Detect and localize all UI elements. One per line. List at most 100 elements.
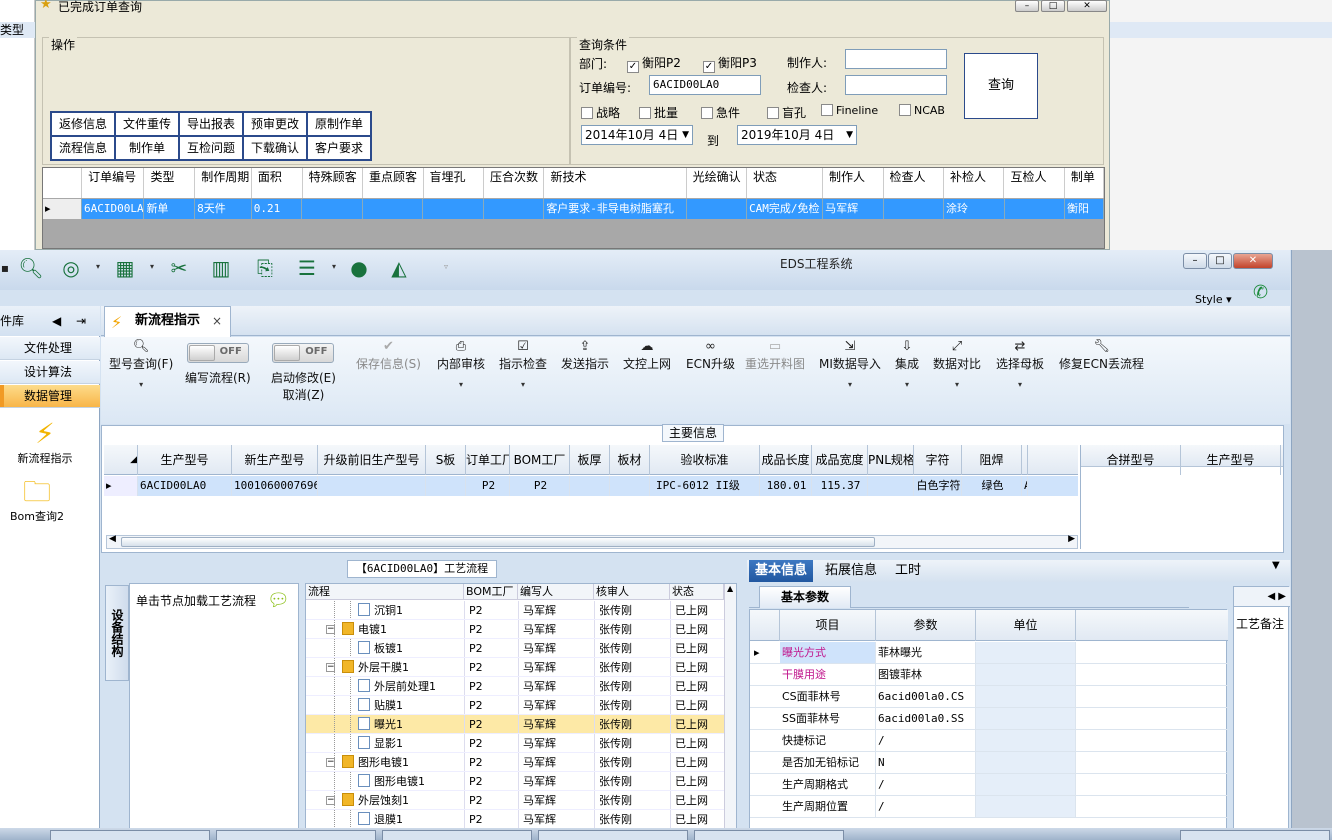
- toggle-switch[interactable]: OFF: [186, 343, 249, 363]
- main-info-hscroll[interactable]: ◀ ▶: [106, 534, 1078, 549]
- tab-equipment-structure[interactable]: 设备结构: [105, 585, 129, 681]
- expand-icon[interactable]: −: [326, 796, 335, 805]
- params-row[interactable]: 快捷标记 /: [750, 730, 1228, 752]
- process-tree-row[interactable]: − 外层蚀刻1 P2 马军辉 张传刚 已上网: [306, 791, 724, 810]
- params-row[interactable]: 干膜用途 图镀菲林: [750, 664, 1228, 686]
- lifebuoy-icon[interactable]: ◎: [58, 256, 84, 280]
- ribbon-upload-button[interactable]: ⇪ 发送指示: [561, 339, 609, 372]
- taskbar-item[interactable]: [538, 830, 688, 840]
- ops-button[interactable]: 文件重传: [115, 112, 179, 136]
- ribbon-wrench-button[interactable]: 🔧︎ 修复ECN丢流程: [1059, 339, 1144, 372]
- order-table-column-header[interactable]: 压合次数: [484, 168, 545, 198]
- style-menu[interactable]: Style ▾: [1195, 293, 1232, 306]
- nav-item-file-processing[interactable]: 文件处理: [0, 337, 100, 360]
- process-tree-row[interactable]: 曝光1 P2 马军辉 张传刚 已上网: [306, 715, 724, 734]
- order-table-column-header[interactable]: 类型: [144, 168, 196, 198]
- tab-new-flow[interactable]: ⚡ 新流程指示 ×: [104, 306, 231, 337]
- process-tree-row[interactable]: − 外层干膜1 P2 马军辉 张传刚 已上网: [306, 658, 724, 677]
- param-unit[interactable]: [976, 686, 1076, 707]
- ribbon-download-button[interactable]: ⇩ 集成 ▾: [895, 339, 919, 389]
- process-tree-row[interactable]: 外层前处理1 P2 马军辉 张传刚 已上网: [306, 677, 724, 696]
- process-node[interactable]: − 图形电镀1: [306, 753, 464, 771]
- param-unit[interactable]: [976, 796, 1076, 817]
- main-info-column-header[interactable]: 板厚: [570, 445, 610, 475]
- toolbar-more-icon[interactable]: ▿: [444, 262, 448, 271]
- params-row[interactable]: ▸ 曝光方式 菲林曝光: [750, 642, 1228, 664]
- chevron-down-icon[interactable]: ▾: [332, 262, 336, 271]
- notes-nav-icon[interactable]: ◀ ▶: [1234, 587, 1290, 607]
- main-info-column-header[interactable]: 新生产型号: [232, 445, 318, 475]
- taskbar-item[interactable]: [382, 830, 532, 840]
- checker-input[interactable]: [845, 75, 947, 95]
- clipboard-icon[interactable]: ⎘: [252, 256, 278, 280]
- param-unit[interactable]: [976, 752, 1076, 773]
- order-table-column-header[interactable]: 状态: [747, 168, 824, 198]
- dept-p3-checkbox[interactable]: ✓ 衡阳P3: [703, 54, 757, 73]
- flag-strategic-checkbox[interactable]: 战略: [581, 104, 620, 121]
- order-table-column-header[interactable]: 互检人: [1004, 168, 1065, 198]
- chevron-down-icon[interactable]: ▼: [1272, 560, 1280, 571]
- toggle-switch[interactable]: OFF: [272, 343, 335, 363]
- main-info-column-header[interactable]: S板: [426, 445, 466, 475]
- param-value[interactable]: /: [876, 796, 976, 817]
- params-row[interactable]: CS面菲林号 6acid00la0.CS: [750, 686, 1228, 708]
- order-table-column-header[interactable]: 面积: [252, 168, 303, 198]
- maker-input[interactable]: [845, 49, 947, 69]
- nav-tile-new-flow[interactable]: ⚡ 新流程指示: [0, 418, 90, 466]
- params-row[interactable]: 生产周期格式 /: [750, 774, 1228, 796]
- scissors-icon[interactable]: ✂: [166, 256, 192, 280]
- process-node[interactable]: 板镀1: [306, 639, 464, 657]
- process-tree-row[interactable]: 贴膜1 P2 马军辉 张传刚 已上网: [306, 696, 724, 715]
- ops-button[interactable]: 导出报表: [179, 112, 243, 136]
- ribbon-compare-button[interactable]: ⤢ 数据对比 ▾: [933, 339, 981, 389]
- ribbon-print-button[interactable]: ⎙ 内部审核 ▾: [437, 339, 485, 389]
- film-icon[interactable]: ▥: [208, 256, 234, 280]
- list-icon[interactable]: ☰: [294, 256, 320, 280]
- main-info-column-header[interactable]: 验收标准: [650, 445, 760, 475]
- chevron-down-icon[interactable]: ▾: [819, 380, 881, 389]
- process-node[interactable]: − 外层干膜1: [306, 658, 464, 676]
- ribbon-shuffle-button[interactable]: ⇄ 选择母板 ▾: [996, 339, 1044, 389]
- main-info-column-header[interactable]: 成品宽度: [812, 445, 868, 475]
- chevron-down-icon[interactable]: ▾: [150, 262, 154, 271]
- param-value[interactable]: /: [876, 730, 976, 751]
- param-unit[interactable]: [976, 664, 1076, 685]
- ribbon-check-button[interactable]: ✔ 保存信息(S): [356, 339, 421, 372]
- process-node[interactable]: 图形电镀1: [306, 772, 464, 790]
- order-table-column-header[interactable]: 重点顾客: [363, 168, 424, 198]
- process-tree-row[interactable]: 沉铜1 P2 马军辉 张传刚 已上网: [306, 601, 724, 620]
- main-info-column-header[interactable]: 升级前旧生产型号: [318, 445, 426, 475]
- param-unit[interactable]: [976, 642, 1076, 663]
- table-icon[interactable]: ▦: [112, 256, 138, 280]
- order-table-column-header[interactable]: 制作人: [823, 168, 884, 198]
- main-info-column-header[interactable]: 订单工厂: [466, 445, 510, 475]
- main-info-column-header[interactable]: 板材: [610, 445, 650, 475]
- param-value[interactable]: 6acid00la0.SS: [876, 708, 976, 729]
- minimize-icon[interactable]: –: [1015, 0, 1039, 12]
- chevron-down-icon[interactable]: ▾: [933, 380, 981, 389]
- params-row[interactable]: 是否加无铅标记 N: [750, 752, 1228, 774]
- process-tree-row[interactable]: 退膜1 P2 马军辉 张传刚 已上网: [306, 810, 724, 829]
- main-info-column-header[interactable]: 阻焊: [962, 445, 1022, 475]
- ribbon-import-button[interactable]: ⇲ MI数据导入 ▾: [819, 339, 881, 389]
- main-info-column-header[interactable]: BOM工厂: [510, 445, 570, 475]
- order-table-column-header[interactable]: 制单: [1065, 168, 1104, 198]
- close-icon[interactable]: ✕: [1233, 253, 1273, 269]
- main-info-column-header[interactable]: PNL规格: [868, 445, 914, 475]
- date-to-picker[interactable]: 2019年10月 4日 ▼: [737, 125, 857, 145]
- param-unit[interactable]: [976, 774, 1076, 795]
- main-info-column-header[interactable]: 成品长度: [760, 445, 812, 475]
- ribbon-toggle-button[interactable]: OFF 启动修改(E) 取消(Z): [271, 343, 336, 403]
- ops-button[interactable]: 互检问题: [179, 136, 243, 160]
- close-icon[interactable]: ×: [212, 307, 222, 335]
- param-value[interactable]: 6acid00la0.CS: [876, 686, 976, 707]
- ribbon-binoculars-button[interactable]: ∞ ECN升级: [686, 339, 735, 372]
- ops-button[interactable]: 预审更改: [243, 112, 307, 136]
- process-node[interactable]: 显影1: [306, 734, 464, 752]
- chart-icon[interactable]: ◭: [386, 256, 412, 280]
- flag-fineline-checkbox[interactable]: Fineline: [821, 104, 878, 117]
- date-from-picker[interactable]: 2014年10月 4日 ▼: [581, 125, 693, 145]
- flag-urgent-checkbox[interactable]: 急件: [701, 104, 740, 121]
- ribbon-search-button[interactable]: 🔍︎ 型号查询(F) ▾: [109, 339, 173, 389]
- ops-button[interactable]: 返修信息: [51, 112, 115, 136]
